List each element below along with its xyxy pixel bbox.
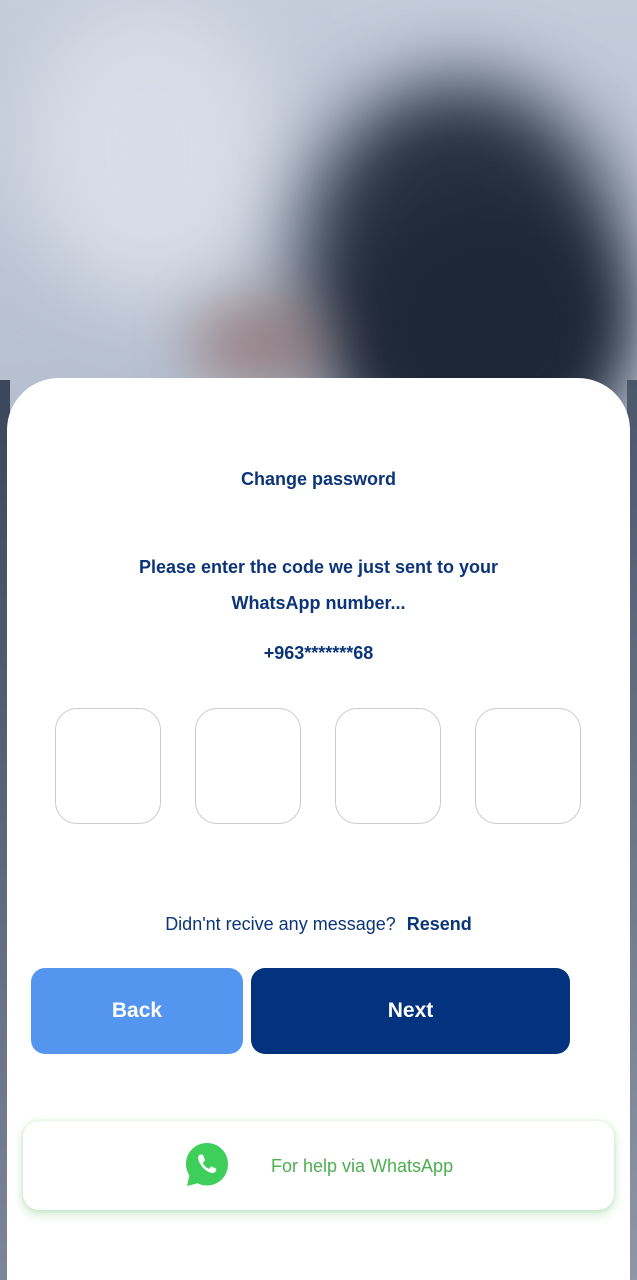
background-blur-light [20, 0, 280, 300]
next-button[interactable]: Next [251, 968, 570, 1054]
otp-digit-3-input[interactable] [335, 708, 441, 824]
whatsapp-icon [186, 1143, 228, 1186]
masked-phone-number: +963*******68 [263, 643, 374, 663]
otp-digit-1-input[interactable] [55, 708, 161, 824]
otp-digit-2-input[interactable] [195, 708, 301, 824]
resend-link[interactable]: Resend [407, 914, 472, 934]
instruction-text-line-2: WhatsApp number... [231, 593, 406, 613]
page-title: Change password [240, 469, 397, 489]
instruction-text-line-1: Please enter the code we just sent to yo… [138, 557, 499, 577]
resend-row: Didn'nt recive any message? Resend [0, 914, 637, 935]
whatsapp-help-label: For help via WhatsApp [271, 1156, 454, 1176]
background-blur-accent [190, 300, 330, 390]
otp-digit-4-input[interactable] [475, 708, 581, 824]
back-button[interactable]: Back [31, 968, 243, 1054]
next-button-label: Next [387, 999, 434, 1022]
back-button-label: Back [111, 999, 163, 1022]
resend-question: Didn'nt recive any message? [165, 914, 396, 934]
whatsapp-help-button[interactable]: For help via WhatsApp [23, 1121, 614, 1210]
